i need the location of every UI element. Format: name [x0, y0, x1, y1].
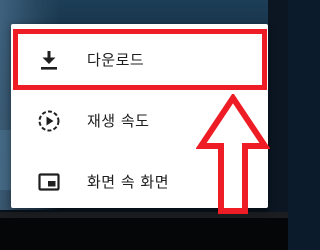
video-options-menu: 다운로드 재생 속도 화면 속 화면 — [11, 24, 268, 208]
video-controls-area — [0, 218, 288, 250]
menu-item-download-label: 다운로드 — [87, 51, 145, 69]
menu-item-picture-in-picture[interactable]: 화면 속 화면 — [11, 152, 268, 212]
menu-item-download[interactable]: 다운로드 — [11, 30, 268, 90]
download-icon — [37, 48, 61, 72]
video-frame-right — [268, 0, 288, 212]
menu-item-picture-in-picture-label: 화면 속 화면 — [87, 173, 170, 191]
picture-in-picture-icon — [37, 170, 61, 194]
menu-item-playback-speed-label: 재생 속도 — [87, 112, 150, 130]
playback-speed-icon — [37, 109, 61, 133]
menu-item-playback-speed[interactable]: 재생 속도 — [11, 91, 268, 151]
